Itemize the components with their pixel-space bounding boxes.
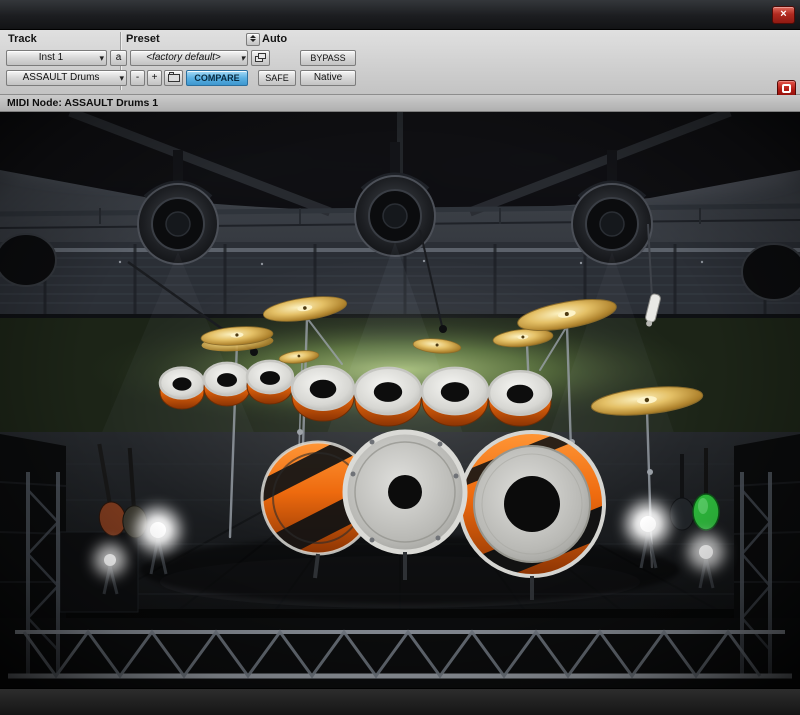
minus-label: - [135, 72, 140, 83]
stage-scene-graphic [0, 112, 800, 688]
chevron-up-icon [250, 35, 256, 38]
stage-display[interactable] [0, 112, 800, 688]
plugin-header: Track Preset Auto Inst 1 ▾ a ASSAULT Drum… [0, 30, 800, 98]
chevron-down-icon: ▾ [99, 53, 104, 63]
bypass-button[interactable]: BYPASS [300, 50, 356, 66]
preset-plus-button[interactable]: + [147, 70, 162, 86]
close-button[interactable]: × [772, 6, 795, 24]
preset-up-down-button[interactable] [246, 33, 260, 46]
copy-settings-button[interactable] [251, 50, 270, 66]
footer-bar: Mix FX Routing Presets Load Preset... Sa… [0, 688, 800, 715]
chevron-down-icon: ▾ [119, 73, 124, 83]
midi-node-bar: MIDI Node: ASSAULT Drums 1 [0, 95, 800, 112]
track-selector[interactable]: Inst 1 ▾ [6, 50, 107, 66]
safe-button[interactable]: SAFE [258, 70, 296, 86]
native-button[interactable]: Native [300, 70, 356, 86]
plus-label: + [151, 72, 158, 83]
copy-icon [254, 53, 267, 63]
chevron-down-icon: ▾ [240, 53, 245, 63]
preset-selector-value: <factory default> [146, 52, 221, 63]
track-selector-value: Inst 1 [38, 52, 64, 63]
preset-minus-button[interactable]: - [130, 70, 145, 86]
automation-a-button[interactable]: a [110, 50, 127, 66]
midi-node-text: MIDI Node: ASSAULT Drums 1 [7, 97, 159, 109]
plugin-window: × Track Preset Auto Inst 1 ▾ a ASSAULT Dr… [0, 0, 800, 715]
preset-selector[interactable]: <factory default> ▾ [130, 50, 248, 66]
folder-icon [167, 72, 180, 82]
vignette-overlay [0, 112, 800, 688]
target-icon [782, 83, 791, 93]
chevron-down-icon [250, 39, 256, 42]
bypass-label: BYPASS [310, 53, 346, 63]
compare-label: COMPARE [194, 73, 240, 83]
plugin-selector[interactable]: ASSAULT Drums ▾ [6, 70, 127, 86]
safe-label: SAFE [265, 73, 289, 83]
compare-button[interactable]: COMPARE [186, 70, 248, 86]
track-label: Track [8, 33, 37, 45]
close-icon: × [780, 8, 787, 20]
librarian-folder-button[interactable] [164, 70, 183, 86]
preset-label: Preset [126, 33, 160, 45]
auto-label: Auto [262, 33, 288, 45]
native-label: Native [313, 72, 343, 83]
a-label: a [115, 52, 122, 63]
title-bar: × [0, 0, 800, 30]
plugin-selector-value: ASSAULT Drums [22, 72, 100, 83]
